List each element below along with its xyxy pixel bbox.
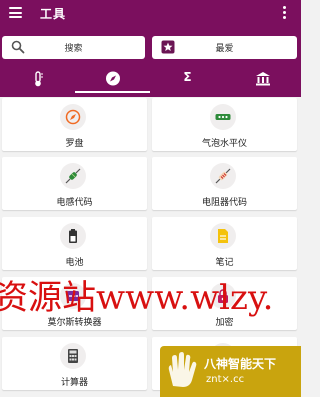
favorites-button-label: 最爱 <box>215 44 234 54</box>
tool-icon-bg <box>210 223 236 249</box>
title-bar: 工具 <box>0 0 301 28</box>
watermark-badge-url: znt×.cc <box>206 374 245 385</box>
inductor-icon <box>65 168 81 184</box>
thermometer-icon <box>34 71 43 87</box>
calculator-icon <box>68 349 78 363</box>
compass-icon <box>105 71 120 86</box>
more-options-icon[interactable] <box>283 6 287 20</box>
watermark-text: 资源站www.wlzy. <box>0 278 274 318</box>
tab-compass[interactable] <box>75 66 150 93</box>
tool-card-notes[interactable]: 笔记 <box>152 217 297 270</box>
resistor-icon <box>215 168 231 184</box>
tool-card-battery[interactable]: 电池 <box>2 217 147 270</box>
hand-logo-icon <box>168 352 197 387</box>
tool-card-bubble-level[interactable]: 气泡水平仪 <box>152 98 297 151</box>
tool-icon-bg <box>60 163 86 189</box>
selected-tab-indicator <box>75 91 150 93</box>
tab-finance[interactable] <box>225 66 300 93</box>
note-icon <box>218 229 228 243</box>
category-tabs: Σ <box>0 66 301 93</box>
app-title: 工具 <box>40 7 67 21</box>
watermark-badge-title: 八神智能天下 <box>204 357 277 371</box>
favorites-button[interactable]: 最爱 <box>152 36 297 59</box>
battery-icon <box>69 229 77 243</box>
tool-icon-bg <box>210 104 236 130</box>
tool-card-inductor-code[interactable]: 电感代码 <box>2 157 147 210</box>
bubble-level-icon <box>215 114 231 120</box>
tool-label: 电感代码 <box>56 198 93 208</box>
bank-icon <box>255 72 270 86</box>
tool-card-resistor-code[interactable]: 电阻器代码 <box>152 157 297 210</box>
tool-label: 笔记 <box>215 258 234 268</box>
app-header: 工具 搜索 最爱 Σ <box>0 0 301 97</box>
search-button-label: 搜索 <box>64 44 83 54</box>
tool-icon-bg <box>60 343 86 369</box>
watermark-badge: 八神智能天下 znt×.cc <box>160 346 301 397</box>
tool-card-calculator[interactable]: 计算器 <box>2 337 147 390</box>
tool-card-compass[interactable]: 罗盘 <box>2 98 147 151</box>
tool-label: 电阻器代码 <box>201 198 247 208</box>
sigma-icon: Σ <box>183 70 192 84</box>
tab-math[interactable]: Σ <box>150 66 225 93</box>
tool-label: 计算器 <box>60 378 88 388</box>
tool-icon-bg <box>60 104 86 130</box>
tool-icon-bg <box>210 163 236 189</box>
tool-label: 罗盘 <box>65 139 84 149</box>
tool-icon-bg <box>60 223 86 249</box>
tab-measure[interactable] <box>0 66 75 93</box>
tool-label: 气泡水平仪 <box>201 139 247 149</box>
menu-icon[interactable] <box>9 7 22 18</box>
compass-icon <box>65 109 81 125</box>
tool-label: 电池 <box>65 258 84 268</box>
search-button[interactable]: 搜索 <box>2 36 145 59</box>
